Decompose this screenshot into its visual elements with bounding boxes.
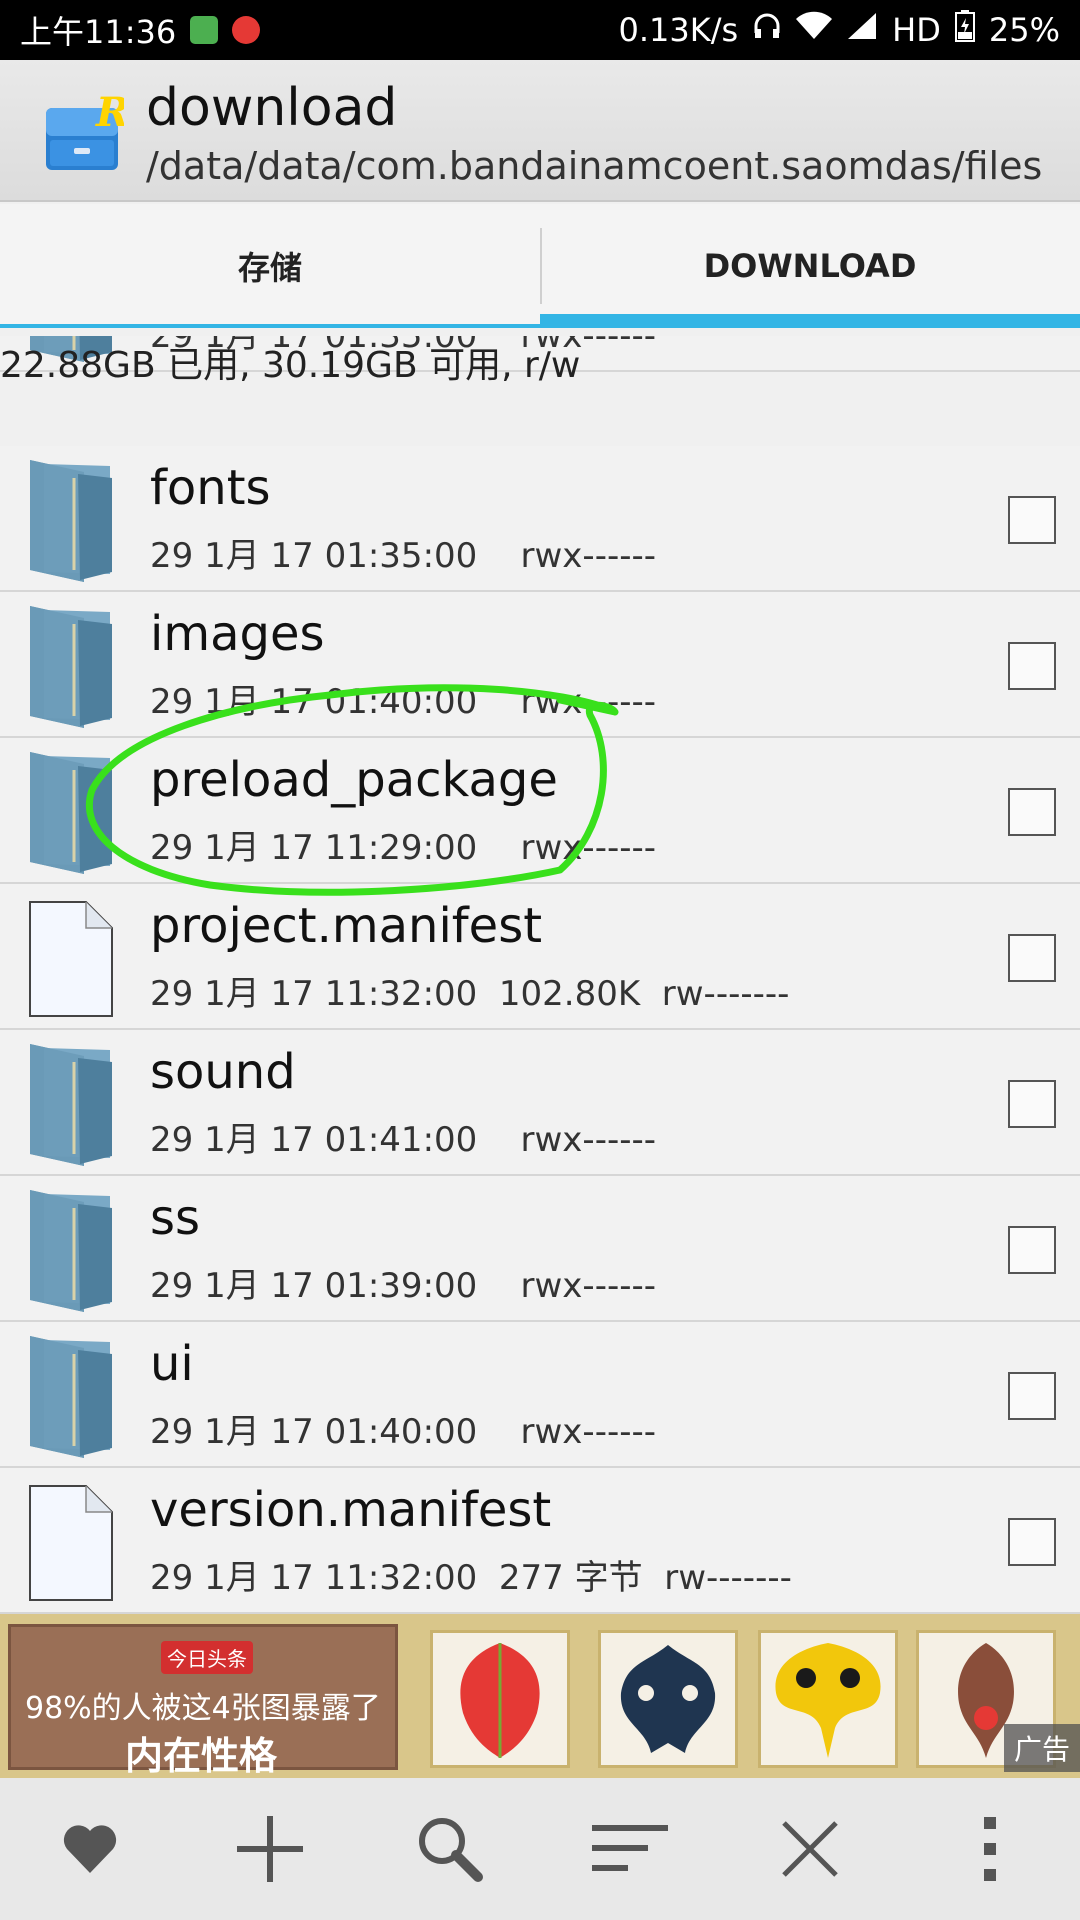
tab-storage[interactable]: 存储 (0, 204, 540, 328)
select-checkbox[interactable] (1008, 1080, 1056, 1128)
file-meta: 29 1月 17 11:29:00 rwx------ (150, 828, 657, 868)
folder-icon (24, 746, 120, 876)
favorite-button[interactable] (45, 1804, 135, 1894)
tab-storage-indicator (0, 324, 540, 328)
more-vert-icon (984, 1817, 996, 1881)
ad-banner[interactable]: 今日头条 98%的人被这4张图暴露了 内在性格 广告 (0, 1614, 1080, 1778)
status-right: 0.13K/s HD 25% (618, 10, 1060, 50)
signal-icon (846, 11, 878, 49)
headset-icon (752, 11, 782, 49)
file-name: sound (150, 1044, 296, 1100)
file-row[interactable]: ss 29 1月 17 01:39:00 rwx------ (0, 1176, 1080, 1322)
battery-icon (954, 10, 975, 50)
file-icon (24, 1476, 120, 1606)
file-meta: 29 1月 17 11:32:00 102.80K rw------- (150, 974, 790, 1014)
file-row[interactable]: version.manifest 29 1月 17 11:32:00 277 字节… (0, 1468, 1080, 1614)
file-row[interactable]: project.manifest 29 1月 17 11:32:00 102.80… (0, 884, 1080, 1030)
tab-download-label: DOWNLOAD (703, 247, 917, 285)
file-row[interactable]: fonts 29 1月 17 01:35:00 rwx------ (0, 446, 1080, 592)
app-header: R download /data/data/com.bandainamcoent… (0, 60, 1080, 202)
select-checkbox[interactable] (1008, 934, 1056, 982)
bottom-toolbar (0, 1778, 1080, 1920)
folder-icon (24, 454, 120, 584)
ad-inkblot-image (758, 1630, 898, 1768)
select-checkbox[interactable] (1008, 642, 1056, 690)
file-name: images (150, 606, 325, 662)
battery-level: 25% (988, 11, 1060, 49)
file-meta: 29 1月 17 01:35:00 rwx------ (150, 536, 657, 576)
notification-app-icon (190, 16, 219, 44)
tab-divider (540, 228, 542, 304)
select-checkbox[interactable] (1008, 1226, 1056, 1274)
file-meta: 29 1月 17 01:40:00 rwx------ (150, 682, 657, 722)
file-name: project.manifest (150, 898, 543, 954)
search-button[interactable] (405, 1804, 495, 1894)
svg-text:R: R (95, 89, 124, 136)
ad-brand-logo: 今日头条 (161, 1641, 253, 1674)
close-button[interactable] (765, 1804, 855, 1894)
screen: 上午11:36 0.13K/s HD 25% download /data/da… (0, 0, 1080, 1920)
wifi-icon (796, 11, 833, 49)
page-title: download (146, 78, 398, 138)
storage-info: 22.88GB 已用, 30.19GB 可用, r/w (0, 345, 581, 386)
sort-button[interactable] (585, 1804, 675, 1894)
ad-inkblot-image (430, 1630, 570, 1768)
current-path: /data/data/com.bandainamcoent.saomdas/fi… (146, 144, 1043, 188)
app-logo-icon[interactable]: R (44, 88, 129, 176)
file-name: ss (150, 1190, 201, 1246)
file-row[interactable]: ui 29 1月 17 01:40:00 rwx------ (0, 1322, 1080, 1468)
status-left: 上午11:36 (20, 7, 261, 53)
tab-storage-label: 存储 (237, 249, 302, 287)
file-name: fonts (150, 460, 271, 516)
file-name: preload_package (150, 752, 558, 808)
file-meta: 29 1月 17 01:41:00 rwx------ (150, 1120, 657, 1160)
ad-headline: 98%的人被这4张图暴露了 (25, 1691, 381, 1726)
plus-icon (237, 1816, 303, 1882)
status-bar: 上午11:36 0.13K/s HD 25% (0, 0, 1080, 60)
ad-badge: 广告 (1003, 1724, 1080, 1772)
file-meta: 29 1月 17 01:40:00 rwx------ (150, 1412, 657, 1452)
folder-icon (24, 1038, 120, 1168)
file-meta: 29 1月 17 01:39:00 rwx------ (150, 1266, 657, 1306)
select-checkbox[interactable] (1008, 1372, 1056, 1420)
sort-icon (592, 1825, 668, 1871)
file-list[interactable]: 29 1月 17 01:35:00 rwx------ fonts 29 1月 17… (0, 336, 1080, 1614)
file-row[interactable]: preload_package 29 1月 17 11:29:00 rwx----… (0, 738, 1080, 884)
select-checkbox[interactable] (1008, 788, 1056, 836)
status-time: 上午11:36 (20, 13, 177, 51)
file-row[interactable]: images 29 1月 17 01:40:00 rwx------ (0, 592, 1080, 738)
search-icon (419, 1818, 483, 1882)
tab-download[interactable]: DOWNLOAD (540, 204, 1080, 328)
folder-icon (24, 600, 120, 730)
more-button[interactable] (945, 1804, 1035, 1894)
net-speed: 0.13K/s (618, 11, 739, 49)
ad-subheadline: 内在性格 (125, 1734, 278, 1778)
file-name: version.manifest (150, 1482, 552, 1538)
ad-inkblot-image (598, 1630, 738, 1768)
tab-download-indicator (540, 314, 1080, 328)
select-checkbox[interactable] (1008, 1518, 1056, 1566)
ad-text-panel: 今日头条 98%的人被这4张图暴露了 内在性格 (8, 1624, 398, 1778)
add-button[interactable] (225, 1804, 315, 1894)
file-icon (24, 892, 120, 1022)
file-row[interactable]: sound 29 1月 17 01:41:00 rwx------ (0, 1030, 1080, 1176)
folder-icon (24, 1330, 120, 1460)
folder-icon (24, 1184, 120, 1314)
file-meta: 29 1月 17 11:32:00 277 字节 rw------- (150, 1558, 792, 1598)
close-icon (782, 1821, 838, 1877)
notification-music-icon (232, 16, 261, 44)
network-type: HD (892, 11, 941, 49)
file-name: ui (150, 1336, 194, 1392)
select-checkbox[interactable] (1008, 496, 1056, 544)
heart-icon (63, 1825, 117, 1873)
